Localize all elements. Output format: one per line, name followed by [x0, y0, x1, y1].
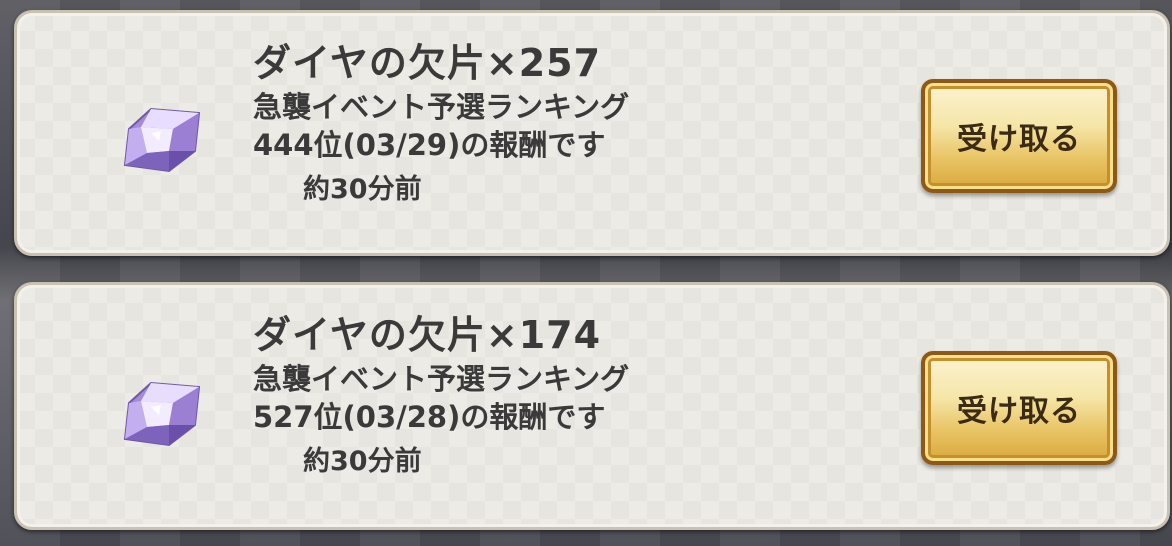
reward-source: 急襲イベント予選ランキング: [253, 362, 630, 396]
reward-card: ダイヤの欠片×257 急襲イベント予選ランキング 444位(03/29)の報酬で…: [14, 10, 1170, 256]
reward-item-title: ダイヤの欠片×174: [253, 313, 602, 357]
reward-detail: 444位(03/29)の報酬です: [253, 128, 606, 162]
reward-timestamp: 約30分前: [303, 446, 422, 477]
reward-source: 急襲イベント予選ランキング: [253, 90, 630, 124]
receive-button-label: 受け取る: [957, 394, 1081, 429]
diamond-fragment-icon: [121, 105, 203, 175]
reward-timestamp: 約30分前: [303, 174, 422, 205]
receive-button[interactable]: 受け取る: [921, 351, 1117, 465]
reward-card: ダイヤの欠片×174 急襲イベント予選ランキング 527位(03/28)の報酬で…: [14, 282, 1170, 530]
reward-detail: 527位(03/28)の報酬です: [253, 400, 606, 434]
reward-item-title: ダイヤの欠片×257: [253, 41, 602, 85]
diamond-fragment-icon: [121, 379, 203, 449]
receive-button[interactable]: 受け取る: [921, 79, 1117, 193]
receive-button-label: 受け取る: [957, 122, 1081, 157]
